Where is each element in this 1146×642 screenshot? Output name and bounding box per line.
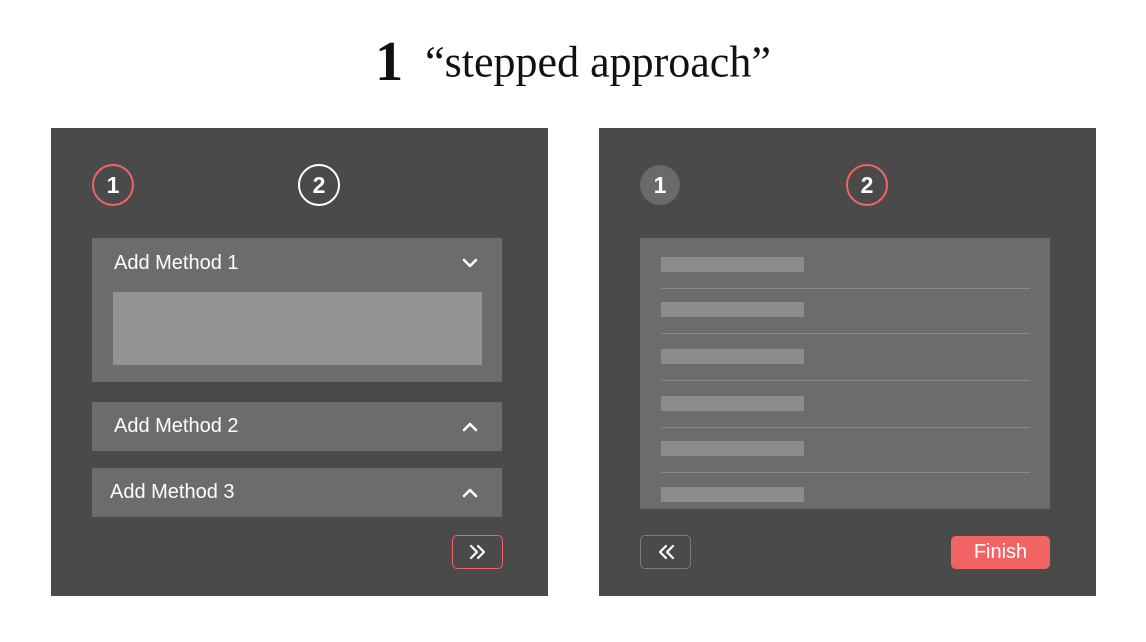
finish-button[interactable]: Finish [951, 536, 1050, 569]
text-placeholder [661, 441, 804, 456]
accordion-content-placeholder [113, 292, 482, 365]
accordion-label: Add Method 3 [110, 481, 235, 503]
chevron-down-icon[interactable] [460, 253, 480, 273]
text-placeholder [661, 302, 804, 317]
accordion-method-2: Add Method 2 [92, 402, 502, 451]
step-one-panel: 1 2 Add Method 1 Add Method 2 Add Method… [51, 128, 548, 596]
list-item [661, 302, 1030, 348]
accordion-header-method-3[interactable]: Add Method 3 [92, 468, 502, 517]
accordion-label: Add Method 1 [114, 251, 239, 274]
chevron-up-icon[interactable] [460, 483, 480, 503]
accordion-header-method-2[interactable]: Add Method 2 [92, 402, 502, 451]
list-item [661, 396, 1030, 442]
list-item [661, 441, 1030, 487]
title-number: 1 [375, 31, 404, 93]
chevron-up-icon[interactable] [460, 417, 480, 437]
list-item [661, 257, 1030, 303]
step-indicator-2[interactable]: 2 [298, 164, 340, 206]
accordion-method-1: Add Method 1 [92, 238, 502, 382]
divider [661, 333, 1030, 334]
text-placeholder [661, 349, 804, 364]
accordion-method-3: Add Method 3 [92, 468, 502, 517]
step-indicator-1-active[interactable]: 1 [92, 164, 134, 206]
title-text: “stepped approach” [425, 37, 771, 87]
double-chevron-left-icon [658, 544, 674, 560]
divider [661, 472, 1030, 473]
list-item [661, 487, 1030, 509]
list-item [661, 349, 1030, 395]
next-step-button[interactable] [452, 535, 503, 569]
previous-step-button[interactable] [640, 535, 691, 569]
divider [661, 288, 1030, 289]
double-chevron-right-icon [469, 544, 485, 560]
text-placeholder [661, 396, 804, 411]
step-indicator-1-complete[interactable]: 1 [640, 165, 680, 205]
divider [661, 380, 1030, 381]
accordion-label: Add Method 2 [114, 415, 239, 437]
page-title: 1 “stepped approach” [0, 30, 1146, 94]
step-indicator-2-active[interactable]: 2 [846, 164, 888, 206]
accordion-header-method-1[interactable]: Add Method 1 [92, 238, 502, 288]
text-placeholder [661, 487, 804, 502]
step-two-panel: 1 2 Finish [599, 128, 1096, 596]
text-placeholder [661, 257, 804, 272]
review-list [640, 238, 1050, 509]
divider [661, 427, 1030, 428]
